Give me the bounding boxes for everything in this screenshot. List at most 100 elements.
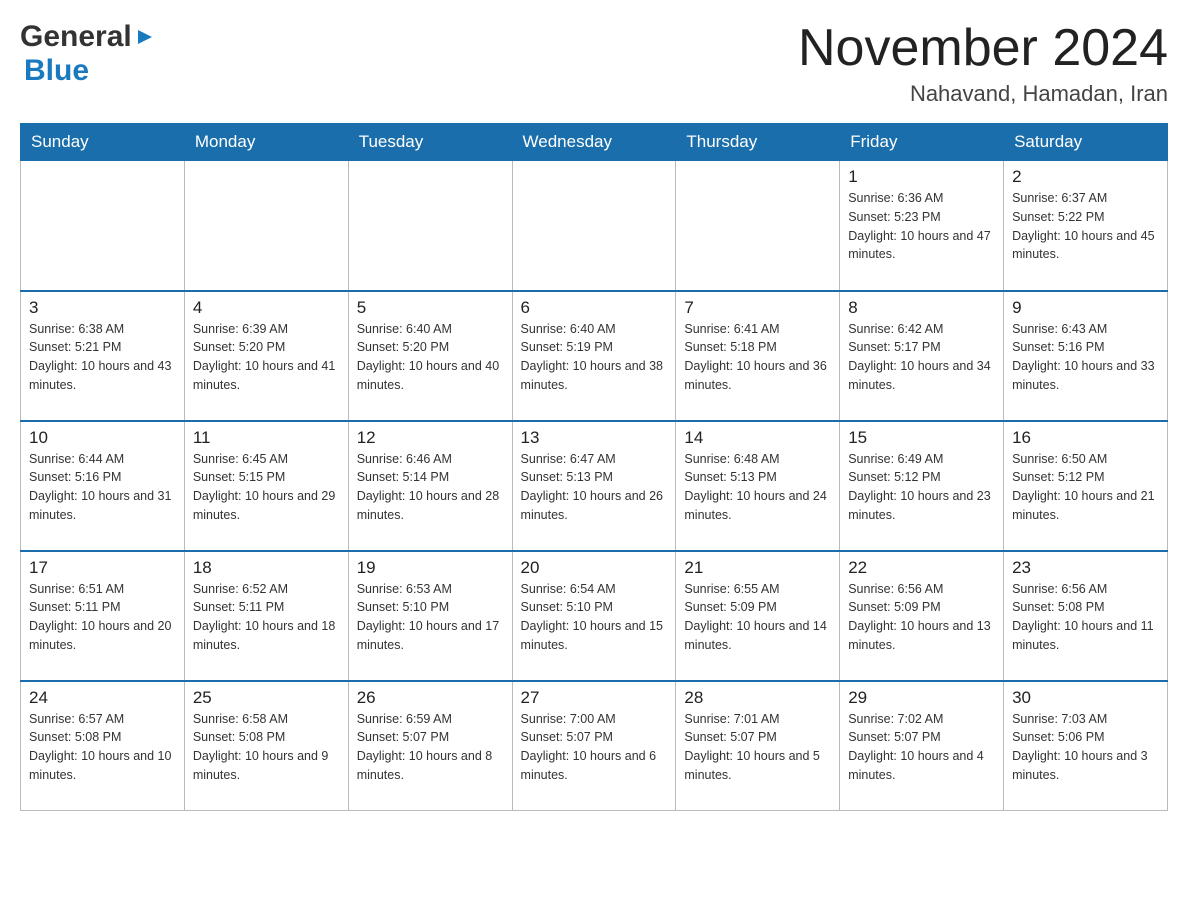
day-number: 4 <box>193 298 340 318</box>
day-number: 3 <box>29 298 176 318</box>
calendar-cell: 30Sunrise: 7:03 AM Sunset: 5:06 PM Dayli… <box>1004 681 1168 811</box>
day-info: Sunrise: 6:42 AM Sunset: 5:17 PM Dayligh… <box>848 320 995 395</box>
calendar-cell: 22Sunrise: 6:56 AM Sunset: 5:09 PM Dayli… <box>840 551 1004 681</box>
calendar-cell: 8Sunrise: 6:42 AM Sunset: 5:17 PM Daylig… <box>840 291 1004 421</box>
day-number: 12 <box>357 428 504 448</box>
day-number: 5 <box>357 298 504 318</box>
day-info: Sunrise: 6:56 AM Sunset: 5:08 PM Dayligh… <box>1012 580 1159 655</box>
month-title: November 2024 <box>798 20 1168 77</box>
day-info: Sunrise: 6:51 AM Sunset: 5:11 PM Dayligh… <box>29 580 176 655</box>
calendar-table: SundayMondayTuesdayWednesdayThursdayFrid… <box>20 123 1168 811</box>
calendar-week-row: 1Sunrise: 6:36 AM Sunset: 5:23 PM Daylig… <box>21 161 1168 291</box>
day-number: 9 <box>1012 298 1159 318</box>
calendar-cell: 14Sunrise: 6:48 AM Sunset: 5:13 PM Dayli… <box>676 421 840 551</box>
logo-general: General <box>20 20 132 54</box>
day-info: Sunrise: 6:50 AM Sunset: 5:12 PM Dayligh… <box>1012 450 1159 525</box>
day-number: 14 <box>684 428 831 448</box>
day-info: Sunrise: 7:02 AM Sunset: 5:07 PM Dayligh… <box>848 710 995 785</box>
day-number: 22 <box>848 558 995 578</box>
location-title: Nahavand, Hamadan, Iran <box>798 81 1168 107</box>
calendar-cell: 17Sunrise: 6:51 AM Sunset: 5:11 PM Dayli… <box>21 551 185 681</box>
calendar-cell: 3Sunrise: 6:38 AM Sunset: 5:21 PM Daylig… <box>21 291 185 421</box>
day-number: 26 <box>357 688 504 708</box>
day-info: Sunrise: 6:48 AM Sunset: 5:13 PM Dayligh… <box>684 450 831 525</box>
calendar-cell: 12Sunrise: 6:46 AM Sunset: 5:14 PM Dayli… <box>348 421 512 551</box>
calendar-week-row: 3Sunrise: 6:38 AM Sunset: 5:21 PM Daylig… <box>21 291 1168 421</box>
calendar-cell: 6Sunrise: 6:40 AM Sunset: 5:19 PM Daylig… <box>512 291 676 421</box>
day-number: 21 <box>684 558 831 578</box>
day-info: Sunrise: 6:59 AM Sunset: 5:07 PM Dayligh… <box>357 710 504 785</box>
day-number: 25 <box>193 688 340 708</box>
calendar-cell <box>348 161 512 291</box>
calendar-cell: 13Sunrise: 6:47 AM Sunset: 5:13 PM Dayli… <box>512 421 676 551</box>
page-header: General Blue November 2024 Nahavand, Ham… <box>20 20 1168 107</box>
day-info: Sunrise: 6:56 AM Sunset: 5:09 PM Dayligh… <box>848 580 995 655</box>
day-number: 29 <box>848 688 995 708</box>
day-info: Sunrise: 6:43 AM Sunset: 5:16 PM Dayligh… <box>1012 320 1159 395</box>
day-info: Sunrise: 6:52 AM Sunset: 5:11 PM Dayligh… <box>193 580 340 655</box>
logo-triangle-icon <box>134 26 156 48</box>
calendar-cell: 23Sunrise: 6:56 AM Sunset: 5:08 PM Dayli… <box>1004 551 1168 681</box>
calendar-cell: 1Sunrise: 6:36 AM Sunset: 5:23 PM Daylig… <box>840 161 1004 291</box>
calendar-cell: 18Sunrise: 6:52 AM Sunset: 5:11 PM Dayli… <box>184 551 348 681</box>
day-number: 16 <box>1012 428 1159 448</box>
calendar-cell <box>21 161 185 291</box>
day-info: Sunrise: 6:53 AM Sunset: 5:10 PM Dayligh… <box>357 580 504 655</box>
day-number: 19 <box>357 558 504 578</box>
day-info: Sunrise: 6:40 AM Sunset: 5:20 PM Dayligh… <box>357 320 504 395</box>
calendar-cell: 4Sunrise: 6:39 AM Sunset: 5:20 PM Daylig… <box>184 291 348 421</box>
logo: General Blue <box>20 20 156 88</box>
day-info: Sunrise: 6:55 AM Sunset: 5:09 PM Dayligh… <box>684 580 831 655</box>
day-info: Sunrise: 6:58 AM Sunset: 5:08 PM Dayligh… <box>193 710 340 785</box>
day-info: Sunrise: 6:40 AM Sunset: 5:19 PM Dayligh… <box>521 320 668 395</box>
day-info: Sunrise: 6:57 AM Sunset: 5:08 PM Dayligh… <box>29 710 176 785</box>
calendar-cell: 2Sunrise: 6:37 AM Sunset: 5:22 PM Daylig… <box>1004 161 1168 291</box>
day-info: Sunrise: 6:38 AM Sunset: 5:21 PM Dayligh… <box>29 320 176 395</box>
day-number: 28 <box>684 688 831 708</box>
calendar-cell: 9Sunrise: 6:43 AM Sunset: 5:16 PM Daylig… <box>1004 291 1168 421</box>
calendar-cell: 5Sunrise: 6:40 AM Sunset: 5:20 PM Daylig… <box>348 291 512 421</box>
calendar-cell: 21Sunrise: 6:55 AM Sunset: 5:09 PM Dayli… <box>676 551 840 681</box>
day-number: 2 <box>1012 167 1159 187</box>
calendar-cell: 15Sunrise: 6:49 AM Sunset: 5:12 PM Dayli… <box>840 421 1004 551</box>
calendar-cell <box>184 161 348 291</box>
calendar-cell: 25Sunrise: 6:58 AM Sunset: 5:08 PM Dayli… <box>184 681 348 811</box>
calendar-cell: 11Sunrise: 6:45 AM Sunset: 5:15 PM Dayli… <box>184 421 348 551</box>
day-info: Sunrise: 6:46 AM Sunset: 5:14 PM Dayligh… <box>357 450 504 525</box>
day-number: 24 <box>29 688 176 708</box>
calendar-header-row: SundayMondayTuesdayWednesdayThursdayFrid… <box>21 124 1168 161</box>
calendar-week-row: 10Sunrise: 6:44 AM Sunset: 5:16 PM Dayli… <box>21 421 1168 551</box>
day-header-thursday: Thursday <box>676 124 840 161</box>
day-info: Sunrise: 6:41 AM Sunset: 5:18 PM Dayligh… <box>684 320 831 395</box>
day-info: Sunrise: 7:00 AM Sunset: 5:07 PM Dayligh… <box>521 710 668 785</box>
day-number: 11 <box>193 428 340 448</box>
title-section: November 2024 Nahavand, Hamadan, Iran <box>798 20 1168 107</box>
calendar-cell: 26Sunrise: 6:59 AM Sunset: 5:07 PM Dayli… <box>348 681 512 811</box>
calendar-cell <box>676 161 840 291</box>
day-number: 17 <box>29 558 176 578</box>
day-number: 23 <box>1012 558 1159 578</box>
calendar-week-row: 17Sunrise: 6:51 AM Sunset: 5:11 PM Dayli… <box>21 551 1168 681</box>
day-number: 1 <box>848 167 995 187</box>
calendar-cell: 24Sunrise: 6:57 AM Sunset: 5:08 PM Dayli… <box>21 681 185 811</box>
calendar-cell: 7Sunrise: 6:41 AM Sunset: 5:18 PM Daylig… <box>676 291 840 421</box>
calendar-week-row: 24Sunrise: 6:57 AM Sunset: 5:08 PM Dayli… <box>21 681 1168 811</box>
day-header-sunday: Sunday <box>21 124 185 161</box>
day-info: Sunrise: 6:54 AM Sunset: 5:10 PM Dayligh… <box>521 580 668 655</box>
day-number: 7 <box>684 298 831 318</box>
calendar-cell: 19Sunrise: 6:53 AM Sunset: 5:10 PM Dayli… <box>348 551 512 681</box>
day-header-saturday: Saturday <box>1004 124 1168 161</box>
calendar-cell: 27Sunrise: 7:00 AM Sunset: 5:07 PM Dayli… <box>512 681 676 811</box>
day-info: Sunrise: 6:39 AM Sunset: 5:20 PM Dayligh… <box>193 320 340 395</box>
day-number: 10 <box>29 428 176 448</box>
calendar-cell: 29Sunrise: 7:02 AM Sunset: 5:07 PM Dayli… <box>840 681 1004 811</box>
day-header-monday: Monday <box>184 124 348 161</box>
calendar-cell <box>512 161 676 291</box>
calendar-cell: 28Sunrise: 7:01 AM Sunset: 5:07 PM Dayli… <box>676 681 840 811</box>
calendar-cell: 20Sunrise: 6:54 AM Sunset: 5:10 PM Dayli… <box>512 551 676 681</box>
day-info: Sunrise: 6:37 AM Sunset: 5:22 PM Dayligh… <box>1012 189 1159 264</box>
day-number: 13 <box>521 428 668 448</box>
day-info: Sunrise: 6:49 AM Sunset: 5:12 PM Dayligh… <box>848 450 995 525</box>
day-number: 15 <box>848 428 995 448</box>
day-info: Sunrise: 7:01 AM Sunset: 5:07 PM Dayligh… <box>684 710 831 785</box>
